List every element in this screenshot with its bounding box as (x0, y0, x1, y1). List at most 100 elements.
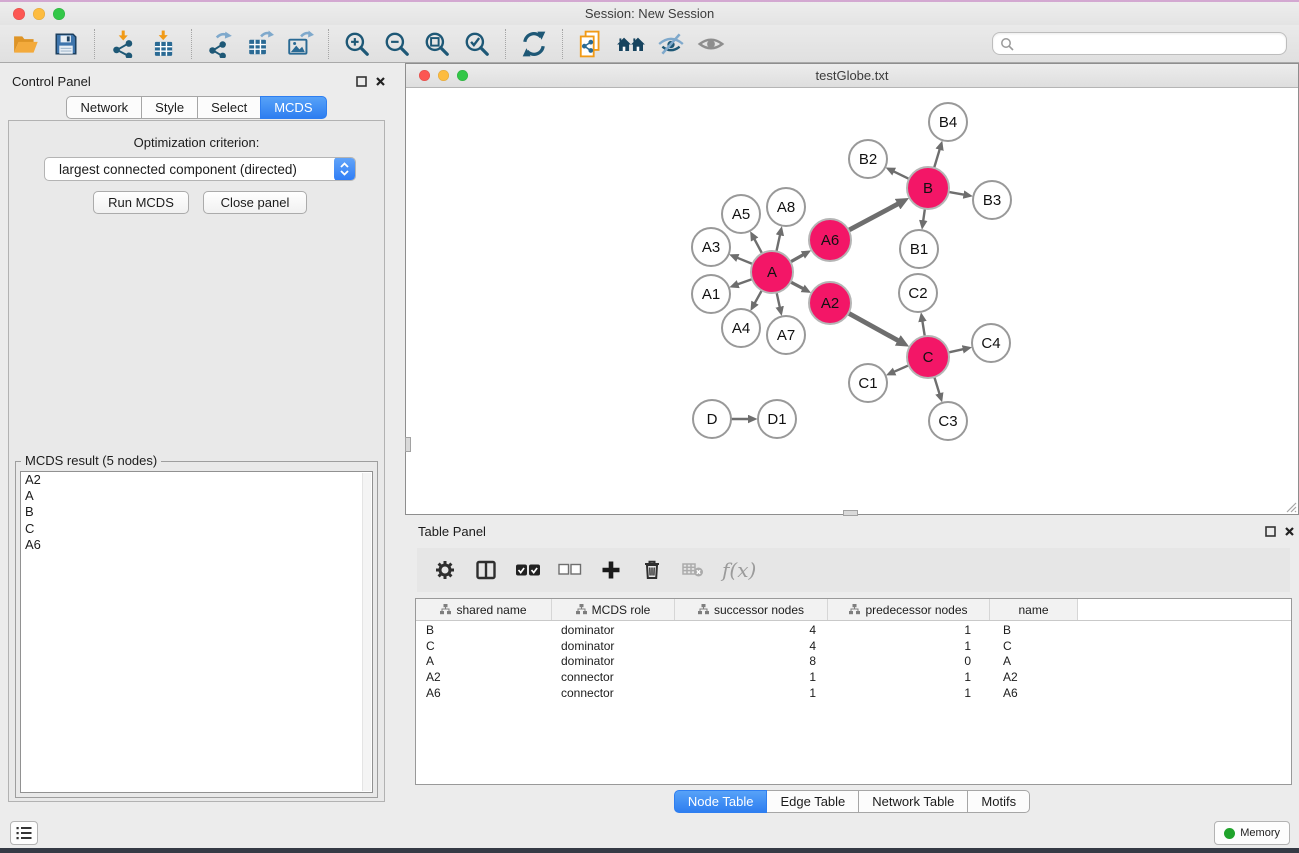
table-row[interactable]: Cdominator41C (416, 639, 1291, 655)
table-row[interactable]: Bdominator41B (416, 623, 1291, 639)
column-header-mcds-role[interactable]: MCDS role (552, 599, 675, 620)
table-options-button[interactable] (433, 558, 457, 582)
table-row[interactable]: Adominator80A (416, 654, 1291, 670)
graph-node-B2[interactable]: B2 (849, 140, 887, 178)
graph-node-A1[interactable]: A1 (692, 275, 730, 313)
graph-edge-B-B3[interactable] (949, 192, 964, 195)
delete-table-button[interactable] (681, 559, 705, 581)
tab-edge-table[interactable]: Edge Table (766, 790, 859, 813)
graph-edge-A-A3[interactable] (737, 258, 752, 264)
mcds-result-item[interactable]: A6 (21, 537, 372, 553)
mcds-result-item[interactable]: A2 (21, 472, 372, 488)
graph-node-A6[interactable]: A6 (809, 219, 851, 261)
zoom-selected-button[interactable] (457, 27, 497, 61)
zoom-out-button[interactable] (377, 27, 417, 61)
column-header-name[interactable]: name (990, 599, 1078, 620)
tab-motifs[interactable]: Motifs (967, 790, 1030, 813)
close-panel-icon[interactable] (1284, 526, 1295, 537)
graph-edge-A6-B[interactable] (849, 204, 898, 230)
splitter-handle-bottom[interactable] (843, 510, 858, 516)
apply-layout-button[interactable] (514, 27, 554, 61)
graph-node-B4[interactable]: B4 (929, 103, 967, 141)
export-table-button[interactable] (240, 27, 280, 61)
clear-all-checks-button[interactable] (558, 562, 582, 578)
graph-node-B3[interactable]: B3 (973, 181, 1011, 219)
table-row[interactable]: A2connector11A2 (416, 670, 1291, 686)
resize-grip-icon[interactable] (1284, 500, 1297, 513)
graph-edge-A-A2[interactable] (791, 282, 804, 289)
network-canvas[interactable]: B4B2BB3A8A5A6A3B1AA1C2A2A4A7C4CC1DD1C3 (406, 89, 1298, 514)
show-graphics-details-button[interactable] (691, 27, 731, 61)
memory-button[interactable]: Memory (1214, 821, 1290, 845)
hide-graphics-details-button[interactable] (651, 27, 691, 61)
graph-edge-A2-C[interactable] (848, 313, 898, 341)
export-network-button[interactable] (200, 27, 240, 61)
mcds-result-list[interactable]: A2ABCA6 (20, 471, 373, 793)
graph-node-A8[interactable]: A8 (767, 188, 805, 226)
graph-node-C1[interactable]: C1 (849, 364, 887, 402)
close-panel-button[interactable]: Close panel (203, 191, 307, 214)
zoom-fit-button[interactable] (417, 27, 457, 61)
mcds-result-item[interactable]: A (21, 488, 372, 504)
column-header-successor-nodes[interactable]: successor nodes (675, 599, 828, 620)
import-table-button[interactable] (143, 27, 183, 61)
zoom-in-button[interactable] (337, 27, 377, 61)
graph-node-D[interactable]: D (693, 400, 731, 438)
mcds-result-item[interactable]: C (21, 521, 372, 537)
search-field[interactable] (992, 32, 1287, 55)
graph-edge-A-A4[interactable] (755, 290, 762, 303)
run-mcds-button[interactable]: Run MCDS (93, 191, 189, 214)
graph-node-D1[interactable]: D1 (758, 400, 796, 438)
tab-network-table[interactable]: Network Table (858, 790, 968, 813)
graph-node-A3[interactable]: A3 (692, 228, 730, 266)
toggle-panel-split-button[interactable] (474, 558, 498, 582)
float-panel-icon[interactable] (1265, 526, 1276, 537)
task-history-button[interactable] (10, 821, 38, 845)
graph-edge-A-A5[interactable] (754, 239, 762, 253)
table-row[interactable]: A6connector11A6 (416, 686, 1291, 702)
new-network-from-selection-button[interactable] (571, 27, 611, 61)
graph-edge-A-A6[interactable] (790, 255, 803, 262)
column-header-predecessor-nodes[interactable]: predecessor nodes (828, 599, 990, 620)
tab-select[interactable]: Select (197, 96, 261, 119)
column-header-shared-name[interactable]: shared name (416, 599, 552, 620)
graph-edge-A-A8[interactable] (776, 235, 780, 252)
tab-style[interactable]: Style (141, 96, 198, 119)
graph-node-C[interactable]: C (907, 336, 949, 378)
graph-edge-A-A1[interactable] (738, 279, 752, 284)
graph-edge-C-C3[interactable] (934, 377, 939, 394)
float-panel-icon[interactable] (356, 76, 367, 87)
delete-columns-button[interactable] (640, 558, 664, 582)
optimization-criterion-select[interactable]: largest connected component (directed) (44, 157, 356, 181)
graph-node-A4[interactable]: A4 (722, 309, 760, 347)
graph-node-A7[interactable]: A7 (767, 316, 805, 354)
save-session-button[interactable] (46, 27, 86, 61)
graph-node-C2[interactable]: C2 (899, 274, 937, 312)
graph-edge-C-C2[interactable] (922, 321, 924, 336)
select-all-checks-button[interactable] (515, 561, 541, 579)
graph-edge-B-B1[interactable] (923, 209, 925, 221)
graph-edge-C-C4[interactable] (949, 349, 964, 352)
mcds-result-item[interactable]: B (21, 504, 372, 520)
search-input[interactable] (1014, 34, 1286, 53)
tab-mcds[interactable]: MCDS (260, 96, 326, 119)
open-file-button[interactable] (6, 27, 46, 61)
graph-node-C3[interactable]: C3 (929, 402, 967, 440)
create-column-button[interactable] (599, 558, 623, 582)
first-neighbors-button[interactable] (611, 27, 651, 61)
graph-edge-B-B4[interactable] (934, 149, 940, 168)
close-panel-icon[interactable] (375, 76, 386, 87)
tab-node-table[interactable]: Node Table (674, 790, 768, 813)
import-network-button[interactable] (103, 27, 143, 61)
graph-node-A5[interactable]: A5 (722, 195, 760, 233)
graph-node-B[interactable]: B (907, 167, 949, 209)
graph-edge-C-C1[interactable] (894, 365, 909, 371)
splitter-handle-left[interactable] (405, 437, 411, 452)
graph-edge-A-A7[interactable] (777, 293, 780, 308)
export-image-button[interactable] (280, 27, 320, 61)
graph-edge-B-B2[interactable] (894, 171, 909, 179)
graph-node-C4[interactable]: C4 (972, 324, 1010, 362)
tab-network[interactable]: Network (66, 96, 142, 119)
graph-node-A[interactable]: A (751, 251, 793, 293)
graph-node-B1[interactable]: B1 (900, 230, 938, 268)
